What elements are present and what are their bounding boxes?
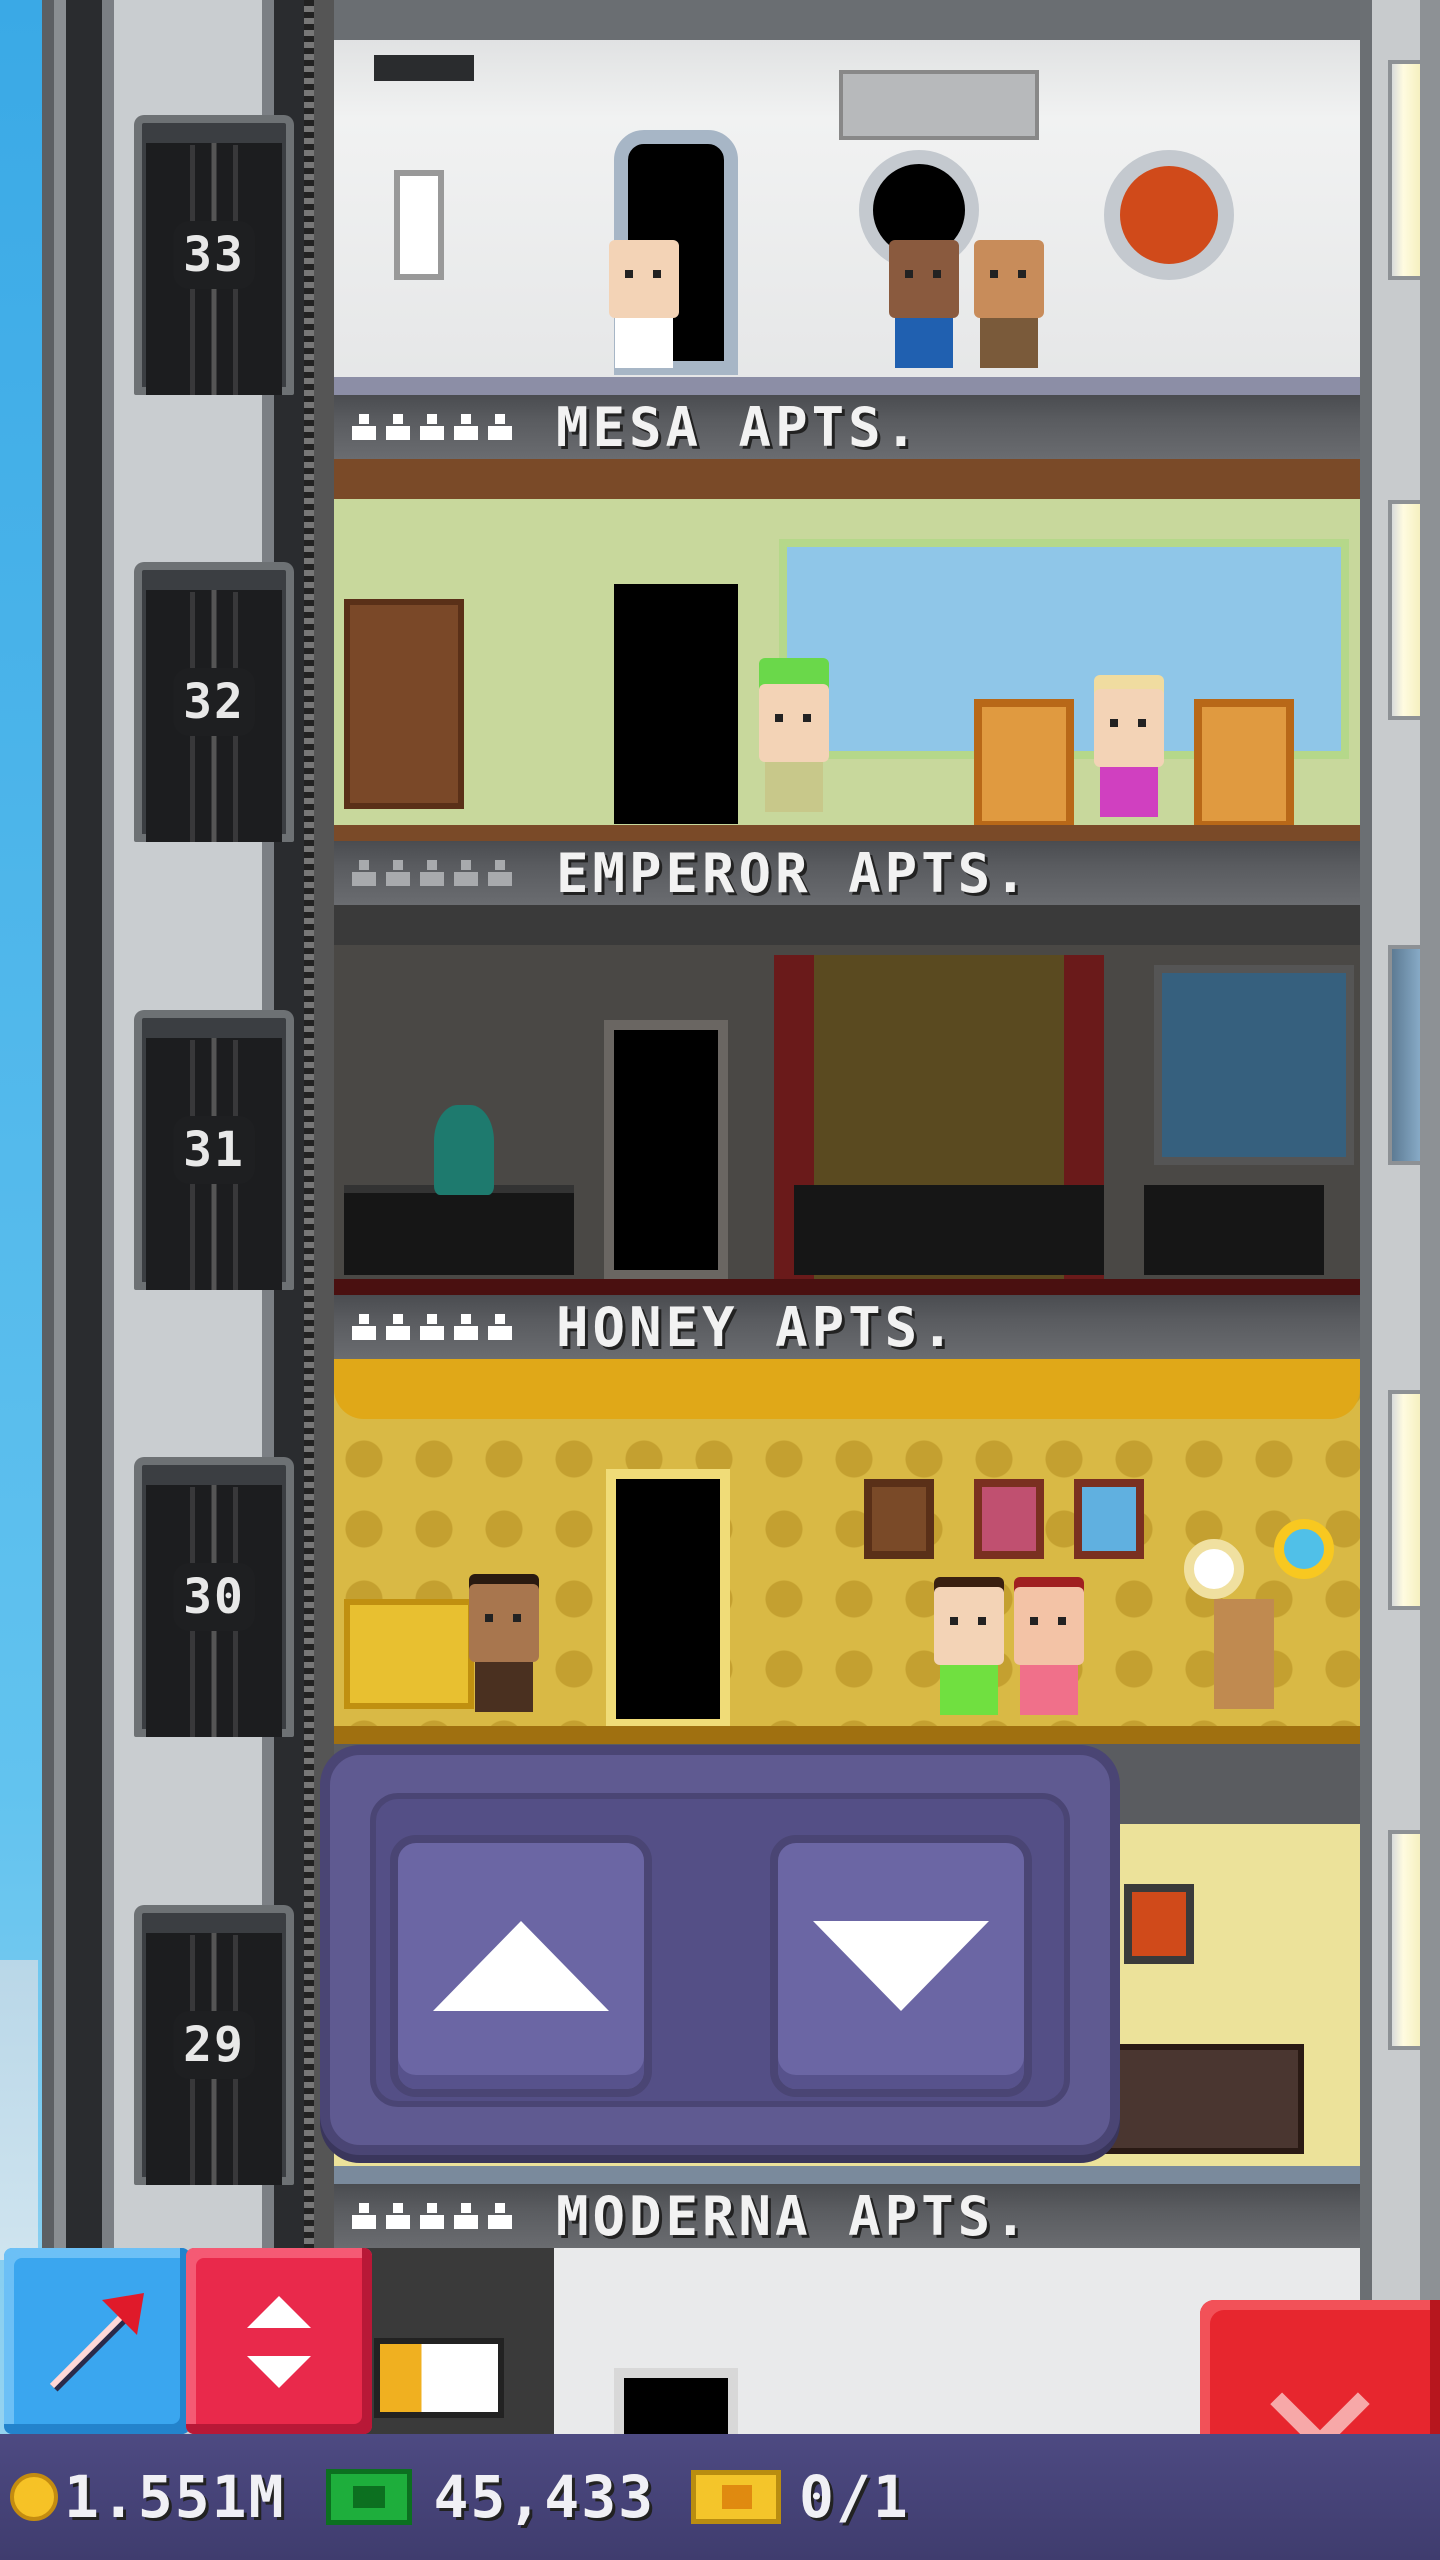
tower-bux-icon [325,2469,412,2525]
room-door [614,2368,738,2434]
floor-33-room[interactable] [334,0,1360,395]
tenant-sprite[interactable] [1094,689,1164,817]
tenant-sprite[interactable] [469,1584,539,1712]
floor-number-33: 33 [173,221,255,289]
elevator-control-panel [320,1745,1120,2155]
tenant-sprite[interactable] [934,1587,1004,1715]
tenant-sprite[interactable] [974,240,1044,368]
floor-number-32: 32 [173,668,255,736]
distant-building [0,1960,38,2260]
elevator-up-button[interactable] [390,1835,652,2097]
coin-icon [10,2473,58,2521]
floor-name: EMPEROR APTS. [556,841,1031,905]
tenant-sprite[interactable] [759,684,829,812]
bux-value: 45,433 [433,2463,656,2531]
tenant-sprite[interactable] [609,240,679,368]
down-arrow-icon [813,1921,989,2011]
elevator-door-31[interactable]: 31 [134,1010,294,1290]
rating-stars [352,2203,512,2229]
room-door [604,1020,728,1280]
coins-value: 1.551M [64,2463,286,2531]
floor-label-bar: MESA APTS. [334,395,1360,459]
floor-30-room[interactable] [334,1359,1360,1744]
tickets-value: 0/1 [799,2463,910,2531]
build-tool-button[interactable] [4,2248,190,2434]
tower-right-wall [1360,0,1440,2560]
room-door [614,584,738,824]
floor-name: MODERNA APTS. [556,2184,1031,2248]
floor-name: HONEY APTS. [556,1295,958,1359]
tenant-sprite[interactable] [1014,1587,1084,1715]
elevator-shaft[interactable]: 33 32 31 30 29 [42,0,334,2560]
floor-31-room[interactable] [334,905,1360,1295]
elevator-door-33[interactable]: 33 [134,115,294,395]
currency-status-bar: 1.551M 45,433 0/1 [0,2434,1440,2560]
tenant-sprite[interactable] [889,240,959,368]
rating-stars [352,414,512,440]
elevator-down-button[interactable] [770,1835,1032,2097]
elevator-door-30[interactable]: 30 [134,1457,294,1737]
up-down-arrows-icon [247,2296,311,2388]
floor-label-bar: HONEY APTS. [334,1295,1360,1359]
elevator-door-32[interactable]: 32 [134,562,294,842]
elevator-mode-button[interactable] [186,2248,372,2434]
elevator-door-29[interactable]: 29 [134,1905,294,2185]
floor-label-bar: EMPEROR APTS. [334,841,1360,905]
golden-ticket-icon [691,2470,782,2524]
floor-number-30: 30 [173,1563,255,1631]
floor-32-room[interactable] [334,459,1360,841]
room-door [606,1469,730,1729]
up-arrow-icon [433,1921,609,2011]
floor-label-bar: MODERNA APTS. [334,2184,1360,2248]
sky-background [0,0,42,2560]
floor-number-29: 29 [173,2011,255,2079]
rating-stars [352,860,512,886]
pointer-arrow-icon [49,2293,144,2392]
floor-name: MESA APTS. [556,395,922,459]
floor-number-31: 31 [173,1116,255,1184]
rating-stars [352,1314,512,1340]
